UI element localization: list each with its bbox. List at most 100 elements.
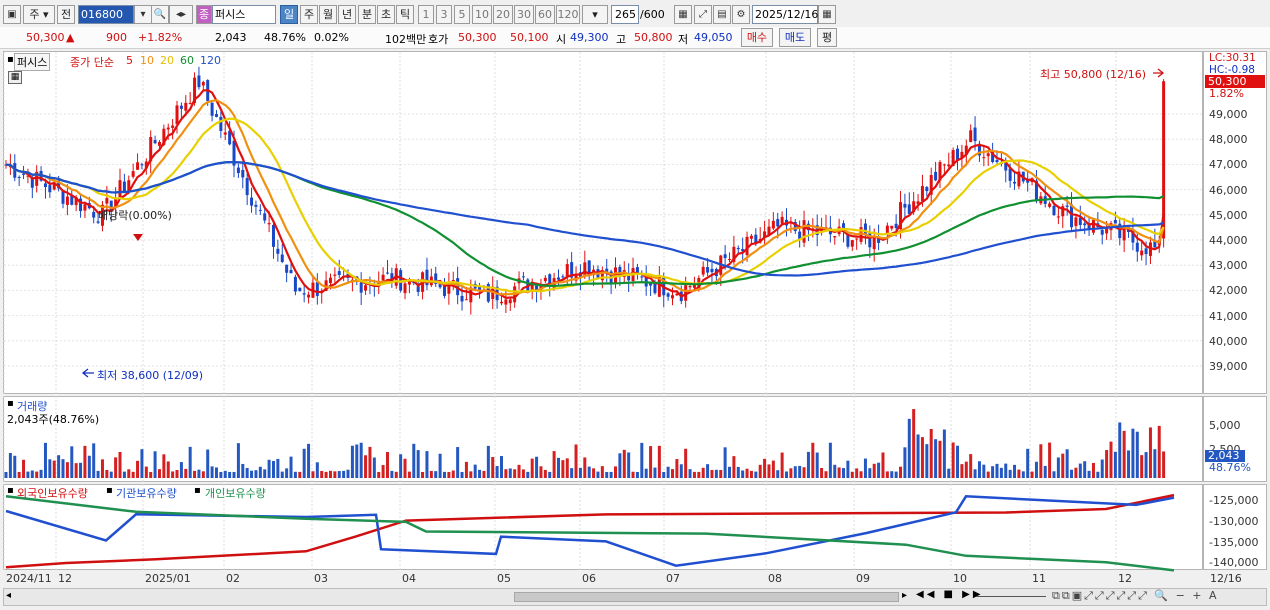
volume-subtitle: 2,043주(48.76%) (7, 413, 100, 426)
x-label: 12 (1118, 572, 1132, 585)
x-label: 05 (497, 572, 511, 585)
zoom-slider[interactable] (976, 596, 1046, 597)
volume-bar (1087, 470, 1091, 478)
candle-body (385, 272, 389, 274)
volume-bar (372, 457, 376, 478)
volume-bar (1122, 430, 1126, 478)
volume-bar (460, 471, 464, 478)
volume-bar (307, 443, 311, 478)
legend-ma5: 5 (126, 54, 133, 67)
volume-bar (482, 470, 486, 478)
volume-bar (741, 470, 745, 478)
volume-bar (837, 467, 841, 478)
volume-bar (999, 467, 1003, 478)
volume-bar (1030, 471, 1034, 478)
volume-bar (43, 442, 47, 478)
tool-icons[interactable]: ⧉⧉▣⤢⤢⤢⤢⤢⤢ 🔍 − + A (1052, 589, 1219, 603)
volume-bar (4, 471, 8, 478)
volume-bar (245, 467, 249, 478)
legend-foreign: 외국인보유수량 (17, 487, 88, 500)
price-tick: 40,000 (1209, 334, 1248, 348)
volume-bar (863, 458, 867, 478)
volume-bar (258, 466, 262, 478)
candle-body (1083, 223, 1087, 226)
candle-body (258, 209, 262, 211)
scroll-right-icon[interactable]: ▸ (902, 590, 907, 601)
candle-body (197, 75, 201, 88)
candle-body (328, 277, 332, 284)
table-icon[interactable]: ▦ (8, 71, 22, 84)
volume-bar (614, 466, 618, 478)
volume-bar (1162, 451, 1166, 478)
candle-body (894, 223, 898, 228)
candle-body (934, 171, 938, 181)
volume-bar (899, 466, 903, 478)
volume-bar (701, 467, 705, 478)
candle-body (241, 169, 245, 178)
volume-bar (956, 445, 960, 478)
volume-bar (333, 471, 337, 478)
candle-body (254, 204, 258, 207)
candle-body (583, 262, 587, 277)
volume-bar (1065, 449, 1069, 478)
volume-bar (105, 469, 109, 478)
x-label: 10 (953, 572, 967, 585)
candle-body (460, 295, 464, 302)
candle-body (337, 271, 341, 275)
volume-bar (140, 449, 144, 478)
volume-bar (153, 451, 157, 478)
scroll-thumb[interactable] (514, 592, 899, 602)
price-tick: 46,000 (1209, 183, 1248, 197)
volume-bar (22, 459, 26, 478)
volume-bar (824, 471, 828, 478)
volume-bar (793, 466, 797, 478)
volume-bar (285, 468, 289, 478)
scroll-left-icon[interactable]: ◂ (6, 590, 11, 601)
price-tick: 45,000 (1209, 208, 1248, 222)
volume-bar (144, 466, 148, 478)
legend-sep: ▪ (106, 485, 113, 496)
panel-menu-icon[interactable]: ▪ (7, 398, 14, 409)
candle-body (416, 286, 420, 292)
candle-body (776, 219, 780, 227)
volume-bar (162, 454, 166, 478)
candle-body (986, 153, 990, 157)
candle-body (136, 162, 140, 170)
volume-bar (324, 471, 328, 478)
volume-bar (30, 470, 34, 478)
holding-line (5, 495, 1175, 572)
volume-bar (675, 459, 679, 478)
volume-bar (57, 455, 61, 478)
volume-bar (1061, 453, 1065, 478)
x-label: 2024/11 (6, 572, 52, 585)
volume-bar (469, 471, 473, 478)
candle-body (561, 276, 565, 278)
legend-stock-name[interactable]: 퍼시스 (14, 53, 51, 71)
candle-body (83, 204, 87, 211)
volume-bar (618, 453, 622, 478)
volume-bar (171, 471, 175, 478)
candle-body (1013, 181, 1017, 184)
volume-bar (587, 466, 591, 478)
volume-bar (368, 446, 372, 478)
candle-body (285, 264, 289, 273)
playback-controls-icon[interactable]: ◀◀ ■ ▶▶ (916, 589, 984, 600)
volume-bar (605, 471, 609, 478)
candle-body (543, 277, 547, 282)
candle-body (333, 274, 337, 276)
volume-bar (916, 434, 920, 478)
volume-bar (254, 470, 258, 478)
volume-bar (456, 447, 460, 478)
candle-body (175, 105, 179, 125)
legend-ma120: 120 (200, 54, 221, 67)
volume-bar (872, 463, 876, 478)
chart-scrollbar[interactable]: ◂ ▸ ◀◀ ■ ▶▶ ⧉⧉▣⤢⤢⤢⤢⤢⤢ 🔍 − + A (3, 588, 1267, 606)
volume-bar (767, 464, 771, 478)
candle-body (1135, 242, 1139, 252)
volume-bar (1008, 469, 1012, 478)
price-tick: 49,000 (1209, 108, 1248, 121)
candle-body (1074, 217, 1078, 227)
candle-body (868, 232, 872, 248)
panel-menu-icon[interactable]: ▪ (7, 54, 14, 65)
panel-menu-icon[interactable]: ▪ (7, 485, 14, 496)
